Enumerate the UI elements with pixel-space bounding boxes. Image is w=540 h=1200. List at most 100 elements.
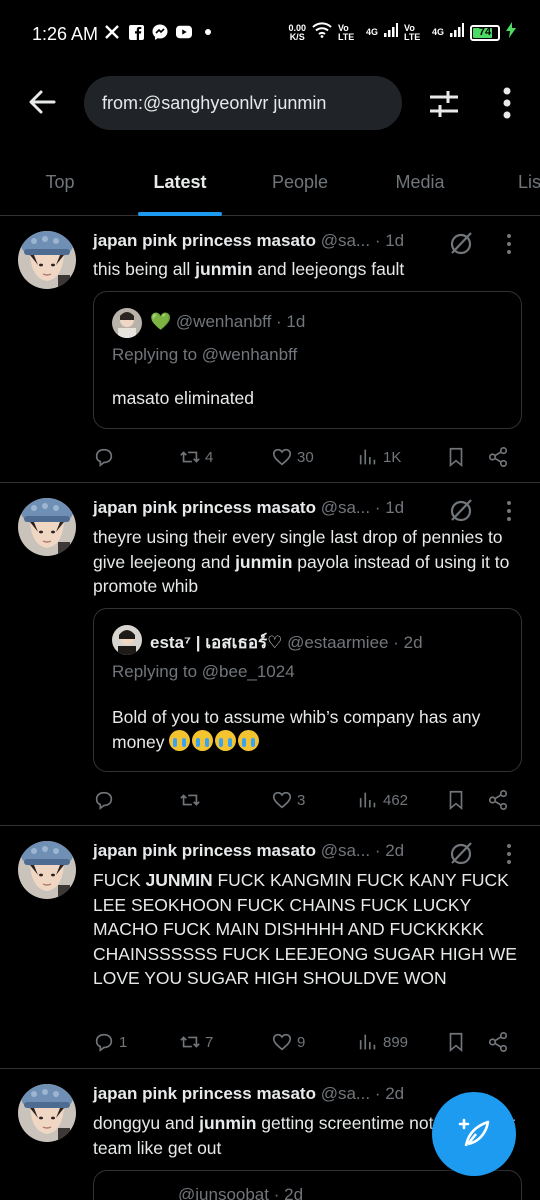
retweet-button[interactable]: 4 <box>179 442 213 472</box>
quote-time: · 2d <box>393 633 423 652</box>
share-button[interactable] <box>487 442 509 472</box>
quote-text: Bold of you to assume whib’s company has… <box>112 705 505 755</box>
views-chart-icon <box>359 449 376 465</box>
quoted-tweet[interactable]: @junsoobat · 2d <box>93 1170 522 1200</box>
author-handle: @sa... <box>320 231 371 250</box>
tweet-text: FUCK JUNMIN FUCK KANGMIN FUCK KANY FUCK … <box>93 870 517 988</box>
back-arrow-icon[interactable] <box>26 86 58 118</box>
bookmark-icon <box>449 790 463 811</box>
retweet-button[interactable] <box>179 785 205 815</box>
clock: 1:26 AM <box>32 24 99 44</box>
network-speed: 0.00 K/S <box>288 23 306 42</box>
sim1-label: Vo LTE <box>337 22 355 42</box>
like-count: 3 <box>297 791 306 809</box>
views-button[interactable]: 462 <box>357 785 408 815</box>
filter-sliders-icon[interactable] <box>424 84 464 124</box>
replying-to: Replying to @bee_1024 <box>112 662 295 681</box>
tweet-actions: 3 462 <box>93 785 523 815</box>
search-input[interactable]: from:@sanghyeonlvr junmin <box>84 76 402 130</box>
more-vertical-icon[interactable] <box>504 233 514 255</box>
avatar <box>112 308 142 338</box>
dot-icon <box>200 24 216 40</box>
tab-media[interactable]: Media <box>370 150 470 214</box>
like-button[interactable]: 3 <box>271 785 305 815</box>
quoted-tweet[interactable]: esta⁷ | เอสเธอร์♡ @estaarmiee · 2d Reply… <box>93 608 522 772</box>
bookmark-button[interactable] <box>445 442 467 472</box>
tweet[interactable]: japan pink princess masato @sa... · 1d t… <box>0 484 540 826</box>
replying-to: Replying to @wenhanbff <box>112 345 298 364</box>
share-icon <box>488 1032 508 1052</box>
tweet[interactable]: japan pink princess masato @sa... · 2d F… <box>0 827 540 1069</box>
compose-post-button[interactable] <box>432 1092 516 1176</box>
x-logo-icon <box>104 24 120 40</box>
retweet-icon <box>180 1036 200 1048</box>
like-button[interactable]: 9 <box>271 1027 305 1057</box>
green-heart-icon: 💚 <box>150 312 172 331</box>
tweet[interactable]: japan pink princess masato @sa... · 1d t… <box>0 217 540 483</box>
compose-feather-icon <box>458 1118 490 1147</box>
author-name[interactable]: japan pink princess masato <box>93 498 316 517</box>
tweet-text: this being all junmin and leejeongs faul… <box>93 259 405 279</box>
avatar <box>112 625 142 655</box>
avatar[interactable] <box>18 841 76 899</box>
heart-icon <box>272 1033 292 1051</box>
loudly-crying-emoji-icon <box>192 730 214 751</box>
reply-button[interactable] <box>93 785 119 815</box>
wifi-icon <box>312 22 332 43</box>
quoted-tweet[interactable]: 💚 @wenhanbff · 1d Replying to @wenhanbff… <box>93 291 522 429</box>
views-button[interactable]: 899 <box>357 1027 408 1057</box>
views-chart-icon <box>359 1034 376 1050</box>
author-name[interactable]: japan pink princess masato <box>93 841 316 860</box>
like-button[interactable]: 30 <box>271 442 314 472</box>
signal-icon <box>450 23 464 42</box>
views-chart-icon <box>359 792 376 808</box>
more-vertical-icon[interactable] <box>504 500 514 522</box>
net-speed-unit: K/S <box>289 31 305 42</box>
more-vertical-icon[interactable] <box>494 84 520 124</box>
tweet-header: japan pink princess masato @sa... · 1d <box>93 231 470 251</box>
tab-lists[interactable]: Lis <box>500 150 540 214</box>
muted-icon <box>448 230 474 256</box>
bookmark-button[interactable] <box>445 1027 467 1057</box>
avatar[interactable] <box>18 231 76 289</box>
like-count: 30 <box>297 448 314 466</box>
author-handle: @sa... <box>320 498 371 517</box>
tweet-header: japan pink princess masato @sa... · 2d <box>93 1084 470 1104</box>
tab-latest[interactable]: Latest <box>130 150 230 214</box>
charging-icon <box>506 22 516 43</box>
quote-author-name: esta⁷ | เอสเธอร์♡ <box>150 633 283 652</box>
reply-icon <box>95 448 113 467</box>
bookmark-button[interactable] <box>445 785 467 815</box>
view-count: 462 <box>383 791 409 809</box>
active-tab-indicator <box>138 212 222 216</box>
muted-icon <box>448 840 474 866</box>
more-vertical-icon[interactable] <box>504 843 514 865</box>
avatar[interactable] <box>18 1084 76 1142</box>
author-name[interactable]: japan pink princess masato <box>93 1084 316 1103</box>
author-handle: @sa... <box>320 1084 371 1103</box>
avatar[interactable] <box>18 498 76 556</box>
sim1-network: 4G <box>365 27 378 37</box>
loudly-crying-emoji-icon <box>169 730 191 751</box>
quote-handle: @junsoobat <box>178 1185 269 1200</box>
views-button[interactable]: 1K <box>357 442 401 472</box>
retweet-button[interactable]: 7 <box>179 1027 213 1057</box>
share-button[interactable] <box>487 1027 509 1057</box>
tab-people[interactable]: People <box>250 150 350 214</box>
search-header: from:@sanghyeonlvr junmin <box>0 70 540 136</box>
tweet-time: · 1d <box>374 498 405 517</box>
tweet-header: japan pink princess masato @sa... · 1d <box>93 498 470 518</box>
tweet-actions: 1 7 9 899 <box>93 1027 523 1057</box>
share-button[interactable] <box>487 785 509 815</box>
quote-text-content: Bold of you to assume whib’s company has… <box>112 707 481 752</box>
battery-icon: 74 <box>470 24 500 41</box>
messenger-icon <box>152 24 168 40</box>
reply-button[interactable] <box>93 442 119 472</box>
search-tabs: Top Latest People Media Lis <box>0 150 540 216</box>
tab-top[interactable]: Top <box>10 150 110 214</box>
reply-button[interactable]: 1 <box>93 1027 127 1057</box>
share-icon <box>488 790 508 810</box>
author-name[interactable]: japan pink princess masato <box>93 231 316 250</box>
battery-percent: 74 <box>478 25 492 38</box>
signal-icon <box>383 23 398 42</box>
